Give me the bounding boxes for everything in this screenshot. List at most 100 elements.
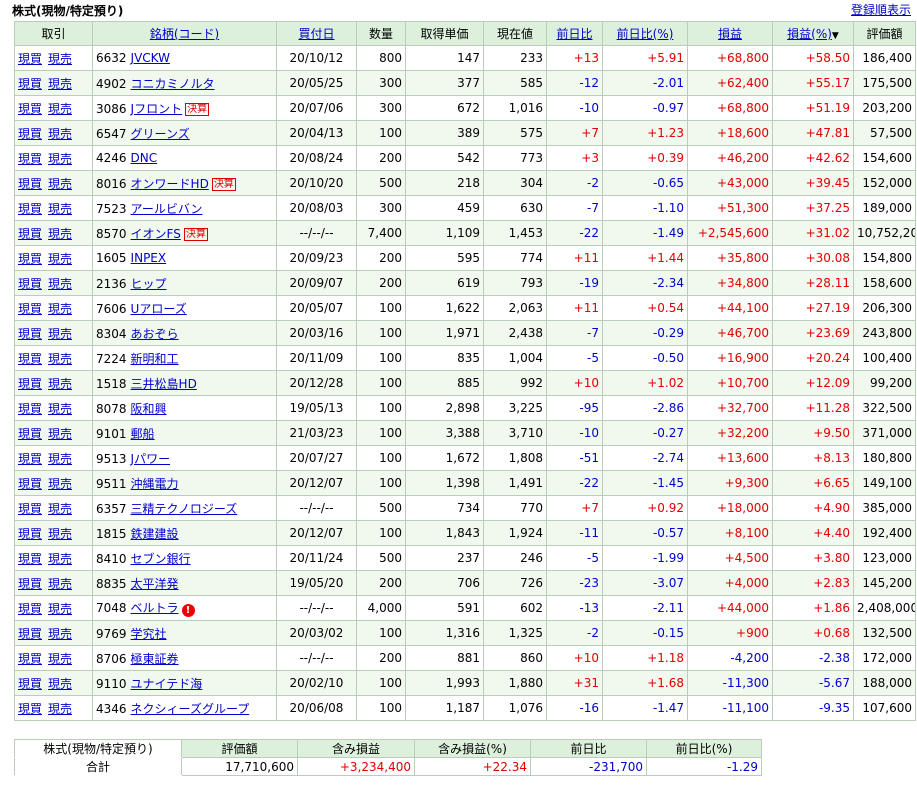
buy-link[interactable]: 現買 [18,377,42,391]
purchase-date: 20/11/09 [276,345,357,371]
alert-icon[interactable]: ! [181,604,195,617]
buy-link[interactable]: 現買 [18,602,42,616]
buy-link[interactable]: 現買 [18,227,42,241]
sort-pl-pct-link[interactable]: 損益(%) [787,27,832,41]
stock-name-link[interactable]: 三精テクノロジーズ [131,502,238,516]
sell-link[interactable]: 現売 [48,227,72,241]
stock-name-link[interactable]: 郵船 [131,427,155,441]
buy-link[interactable]: 現買 [18,527,42,541]
stock-name-link[interactable]: JVCKW [131,51,170,65]
stock-name-link[interactable]: コニカミノルタ [131,77,215,91]
sell-link[interactable]: 現売 [48,552,72,566]
buy-link[interactable]: 現買 [18,102,42,116]
buy-link[interactable]: 現買 [18,152,42,166]
stock-name-link[interactable]: イオンFS [131,227,181,241]
stock-name-link[interactable]: Jフロント [131,102,183,116]
buy-link[interactable]: 現買 [18,427,42,441]
buy-link[interactable]: 現買 [18,202,42,216]
sell-link[interactable]: 現売 [48,477,72,491]
buy-link[interactable]: 現買 [18,127,42,141]
sort-date-link[interactable]: 買付日 [298,27,334,41]
buy-link[interactable]: 現買 [18,277,42,291]
buy-link[interactable]: 現買 [18,702,42,716]
quantity: 200 [356,570,406,596]
buy-link[interactable]: 現買 [18,452,42,466]
stock-name-link[interactable]: Uアローズ [131,302,187,316]
registration-order-link[interactable]: 登録順表示 [851,1,911,18]
sell-link[interactable]: 現売 [48,177,72,191]
sell-link[interactable]: 現売 [48,327,72,341]
stock-name-link[interactable]: ユナイテド海 [131,677,203,691]
sell-link[interactable]: 現売 [48,652,72,666]
sell-link[interactable]: 現売 [48,77,72,91]
col-date[interactable]: 買付日 [276,21,357,46]
sell-link[interactable]: 現売 [48,352,72,366]
stock-name-link[interactable]: 学究社 [131,627,167,641]
col-pl[interactable]: 損益 [687,21,773,46]
sell-link[interactable]: 現売 [48,627,72,641]
stock-name-link[interactable]: Jパワー [131,452,171,466]
buy-link[interactable]: 現買 [18,652,42,666]
stock-name-link[interactable]: 沖縄電力 [131,477,179,491]
sell-link[interactable]: 現売 [48,52,72,66]
sort-change-pct-link[interactable]: 前日比(%) [617,27,674,41]
stock-name-link[interactable]: 鉄建建設 [131,527,179,541]
sell-link[interactable]: 現売 [48,677,72,691]
stock-name-link[interactable]: INPEX [131,251,167,265]
sell-link[interactable]: 現売 [48,427,72,441]
stock-name-link[interactable]: 阪和興 [131,402,167,416]
stock-name-link[interactable]: オンワードHD [131,177,209,191]
buy-link[interactable]: 現買 [18,327,42,341]
stock-name-link[interactable]: ネクシィーズグループ [131,702,250,716]
stock-name-link[interactable]: アールビバン [131,202,203,216]
sell-link[interactable]: 現売 [48,277,72,291]
day-change: +10 [546,645,603,671]
buy-link[interactable]: 現買 [18,252,42,266]
sell-link[interactable]: 現売 [48,577,72,591]
stock-name-link[interactable]: セブン銀行 [131,552,191,566]
sell-link[interactable]: 現売 [48,102,72,116]
buy-link[interactable]: 現買 [18,302,42,316]
stock-name-link[interactable]: 太平洋発 [131,577,179,591]
stock-name-link[interactable]: ヒップ [131,277,167,291]
buy-link[interactable]: 現買 [18,552,42,566]
sell-link[interactable]: 現売 [48,377,72,391]
sell-link[interactable]: 現売 [48,702,72,716]
col-change-pct[interactable]: 前日比(%) [602,21,688,46]
col-change[interactable]: 前日比 [546,21,603,46]
sell-link[interactable]: 現売 [48,127,72,141]
sell-link[interactable]: 現売 [48,152,72,166]
sell-link[interactable]: 現売 [48,202,72,216]
stock-name-link[interactable]: 三井松島HD [131,377,197,391]
buy-link[interactable]: 現買 [18,502,42,516]
buy-link[interactable]: 現買 [18,577,42,591]
sell-link[interactable]: 現売 [48,302,72,316]
sell-link[interactable]: 現売 [48,252,72,266]
sell-link[interactable]: 現売 [48,402,72,416]
sort-change-link[interactable]: 前日比 [556,27,592,41]
sort-name-link[interactable]: 銘柄(コード) [150,27,219,41]
buy-link[interactable]: 現買 [18,627,42,641]
stock-name-link[interactable]: 新明和工 [131,352,179,366]
col-pl-pct[interactable]: 損益(%)▼ [772,21,854,46]
buy-link[interactable]: 現買 [18,177,42,191]
purchase-date: 20/08/03 [276,195,357,221]
sell-link[interactable]: 現売 [48,452,72,466]
buy-link[interactable]: 現買 [18,77,42,91]
stock-name-link[interactable]: グリーンズ [131,127,190,141]
buy-link[interactable]: 現買 [18,402,42,416]
quantity: 100 [356,120,406,146]
stock-name-link[interactable]: 極東証券 [131,652,179,666]
stock-name-link[interactable]: あおぞら [131,327,179,341]
stock-name-link[interactable]: DNC [131,151,158,165]
buy-link[interactable]: 現買 [18,52,42,66]
sell-link[interactable]: 現売 [48,502,72,516]
buy-link[interactable]: 現買 [18,477,42,491]
sort-pl-link[interactable]: 損益 [718,27,742,41]
col-name[interactable]: 銘柄(コード) [92,21,277,46]
sell-link[interactable]: 現売 [48,602,72,616]
stock-name-link[interactable]: ベルトラ [131,601,179,615]
buy-link[interactable]: 現買 [18,352,42,366]
sell-link[interactable]: 現売 [48,527,72,541]
buy-link[interactable]: 現買 [18,677,42,691]
